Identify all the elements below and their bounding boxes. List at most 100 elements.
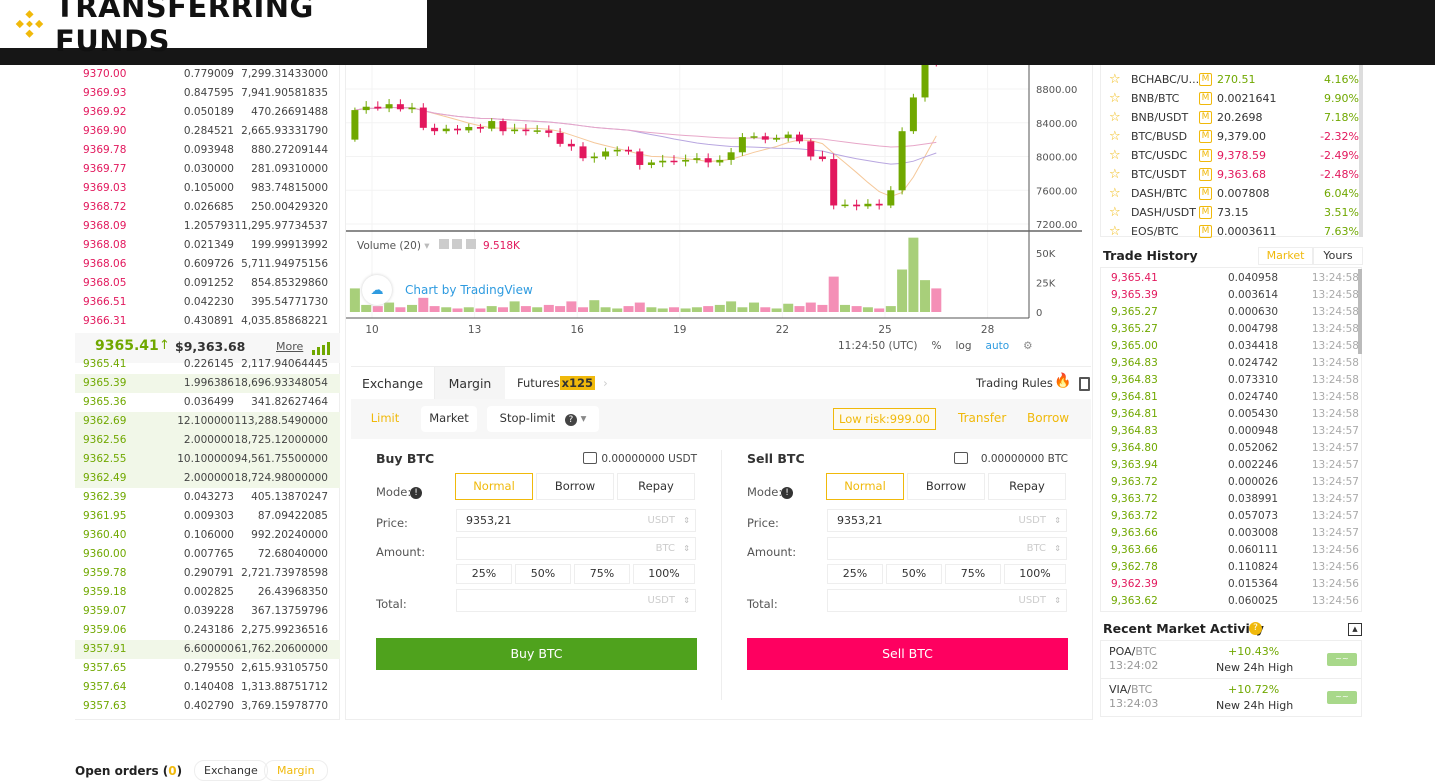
market-row[interactable]: ☆ DASH/BTC M 0.007808 6.04% (1101, 184, 1363, 203)
ask-row[interactable]: 9368.09 1.205793 11,295.97734537 (75, 217, 340, 236)
price-input[interactable]: 9353,21 USDT ⇕ (827, 509, 1067, 532)
mode-repay-button[interactable]: Repay (988, 473, 1066, 500)
dropdown-icon[interactable]: ▾ (424, 240, 429, 252)
activity-row[interactable]: VIA/BTC 13:24:03 +10.72% New 24h High ~~ (1101, 679, 1361, 717)
tab-margin[interactable]: Margin (435, 367, 505, 400)
chart-settings-gear-icon[interactable]: ⚙ (1023, 340, 1032, 352)
star-icon[interactable]: ☆ (1109, 203, 1121, 222)
market-row[interactable]: ☆ BNB/USDT M 20.2698 7.18% (1101, 108, 1363, 127)
bid-row[interactable]: 9361.95 0.009303 87.09422085 (75, 507, 340, 526)
market-row[interactable]: ☆ DASH/USDT M 73.15 3.51% (1101, 203, 1363, 222)
star-icon[interactable]: ☆ (1109, 165, 1121, 184)
amount-input[interactable]: BTC ⇕ (827, 537, 1067, 560)
market-row[interactable]: ☆ EOS/BTC M 0.0003611 7.63% (1101, 222, 1363, 241)
bid-row[interactable]: 9365.39 1.996386 18,696.93348054 (75, 374, 340, 393)
open-orders-tab-margin[interactable]: Margin (264, 760, 328, 781)
ask-row[interactable]: 9369.77 0.030000 281.09310000 (75, 160, 340, 179)
star-icon[interactable]: ☆ (1109, 108, 1121, 127)
percent-100-button[interactable]: 100% (1004, 564, 1066, 584)
more-link[interactable]: More (276, 340, 303, 353)
star-icon[interactable]: ☆ (1109, 89, 1121, 108)
total-input[interactable]: USDT ⇕ (827, 589, 1067, 612)
bid-row[interactable]: 9359.07 0.039228 367.13759796 (75, 602, 340, 621)
tab-market[interactable]: Market (1258, 247, 1313, 265)
bid-row[interactable]: 9357.65 0.279550 2,615.93105750 (75, 659, 340, 678)
bid-row[interactable]: 9362.39 0.043273 405.13870247 (75, 488, 340, 507)
percent-toggle[interactable]: % (932, 340, 942, 352)
bid-row[interactable]: 9357.64 0.140408 1,313.88751712 (75, 678, 340, 697)
borrow-link[interactable]: Borrow (1027, 411, 1069, 425)
ask-row[interactable]: 9369.03 0.105000 983.74815000 (75, 179, 340, 198)
star-icon[interactable]: ☆ (1109, 127, 1121, 146)
mode-repay-button[interactable]: Repay (617, 473, 695, 500)
bid-row[interactable]: 9357.91 6.600000 61,762.20600000 (75, 640, 340, 659)
bid-row[interactable]: 9362.55 10.100000 94,561.75500000 (75, 450, 340, 469)
percent-75-button[interactable]: 75% (574, 564, 630, 584)
ask-row[interactable]: 9366.31 0.430891 4,035.85868221 (75, 312, 340, 331)
price-input[interactable]: 9353,21 USDT ⇕ (456, 509, 696, 532)
trading-rules-link[interactable]: Trading Rules (976, 376, 1053, 390)
bid-row[interactable]: 9360.40 0.106000 992.20240000 (75, 526, 340, 545)
bid-row[interactable]: 9360.00 0.007765 72.68040000 (75, 545, 340, 564)
ask-row[interactable]: 9368.08 0.021349 199.99913992 (75, 236, 340, 255)
market-row[interactable]: ☆ BTC/USDC M 9,378.59 -2.49% (1101, 146, 1363, 165)
tab-futures[interactable]: Futures x125 › (517, 367, 608, 400)
total-input[interactable]: USDT ⇕ (456, 589, 696, 612)
ask-row[interactable]: 9368.72 0.026685 250.00429320 (75, 198, 340, 217)
open-orders-tab-exchange[interactable]: Exchange (194, 760, 268, 781)
auto-toggle[interactable]: auto (986, 340, 1010, 352)
percent-25-button[interactable]: 25% (456, 564, 512, 584)
tab-exchange[interactable]: Exchange (351, 367, 435, 400)
market-row[interactable]: ☆ BTC/BUSD M 9,379.00 -2.32% (1101, 127, 1363, 146)
market-row[interactable]: ☆ BNB/BTC M 0.0021641 9.90% (1101, 89, 1363, 108)
bid-row[interactable]: 9359.06 0.243186 2,275.99236516 (75, 621, 340, 640)
mode-borrow-button[interactable]: Borrow (907, 473, 985, 500)
mode-normal-button[interactable]: Normal (826, 473, 904, 500)
help-icon[interactable]: ? (564, 414, 577, 426)
tab-yours[interactable]: Yours (1313, 247, 1363, 265)
ask-row[interactable]: 9369.93 0.847595 7,941.90581835 (75, 84, 340, 103)
star-icon[interactable]: ☆ (1109, 222, 1121, 241)
activity-help-icon[interactable]: ? (1249, 622, 1262, 635)
indicator-remove-icon[interactable] (465, 239, 476, 249)
percent-25-button[interactable]: 25% (827, 564, 883, 584)
bid-row[interactable]: 9357.63 0.402790 3,769.15978770 (75, 697, 340, 716)
mode-borrow-button[interactable]: Borrow (536, 473, 614, 500)
star-icon[interactable]: ☆ (1109, 146, 1121, 165)
percent-50-button[interactable]: 50% (515, 564, 571, 584)
star-icon[interactable]: ☆ (1109, 70, 1121, 89)
tradingview-watermark[interactable]: ☁ Chart by TradingView (362, 275, 533, 305)
order-type-market[interactable]: Market (421, 406, 477, 432)
order-type-stop-limit[interactable]: Stop-limit ? ▾ (487, 406, 599, 432)
star-icon[interactable]: ☆ (1109, 184, 1121, 203)
market-row[interactable]: ☆ BTC/USDT M 9,363.68 -2.48% (1101, 165, 1363, 184)
ask-row[interactable]: 9368.06 0.609726 5,711.94975156 (75, 255, 340, 274)
bid-row[interactable]: 9359.78 0.290791 2,721.73978598 (75, 564, 340, 583)
bid-row[interactable]: 9359.18 0.002825 26.43968350 (75, 583, 340, 602)
calculator-icon[interactable] (1079, 377, 1090, 391)
bid-row[interactable]: 9362.56 2.000000 18,725.12000000 (75, 431, 340, 450)
percent-100-button[interactable]: 100% (633, 564, 695, 584)
mode-normal-button[interactable]: Normal (455, 473, 533, 500)
market-scrollbar[interactable] (1359, 65, 1363, 237)
order-type-limit[interactable]: Limit (365, 406, 405, 432)
collapse-icon[interactable]: ▲ (1348, 623, 1362, 636)
bid-row[interactable]: 9362.69 12.100000 113,288.5490000 (75, 412, 340, 431)
ask-row[interactable]: 9366.51 0.042230 395.54771730 (75, 293, 340, 312)
bid-row[interactable]: 9362.49 2.000000 18,724.98000000 (75, 469, 340, 488)
buy-button[interactable]: Buy BTC (376, 638, 697, 670)
activity-row[interactable]: POA/BTC 13:24:02 +10.43% New 24h High ~~ (1101, 641, 1361, 679)
percent-75-button[interactable]: 75% (945, 564, 1001, 584)
bid-row[interactable]: 9365.41 0.226145 2,117.94064445 (75, 355, 340, 374)
market-row[interactable]: ☆ BCHABC/U... M 270.51 4.16% (1101, 70, 1363, 89)
bid-row[interactable]: 9365.36 0.036499 341.82627464 (75, 393, 340, 412)
indicator-hide-icon[interactable] (452, 239, 463, 249)
transfer-link[interactable]: Transfer (958, 411, 1006, 425)
sell-button[interactable]: Sell BTC (747, 638, 1068, 670)
history-scrollbar[interactable] (1358, 269, 1362, 354)
ask-row[interactable]: 9369.90 0.284521 2,665.93331790 (75, 122, 340, 141)
ask-row[interactable]: 9369.92 0.050189 470.26691488 (75, 103, 340, 122)
price-chart[interactable]: 8800.00 8400.00 8000.00 7600.00 7200.00 10 13 1… (346, 65, 1092, 360)
indicator-settings-icon[interactable] (438, 239, 449, 249)
ask-row[interactable]: 9370.00 0.779009 7,299.31433000 (75, 65, 340, 84)
